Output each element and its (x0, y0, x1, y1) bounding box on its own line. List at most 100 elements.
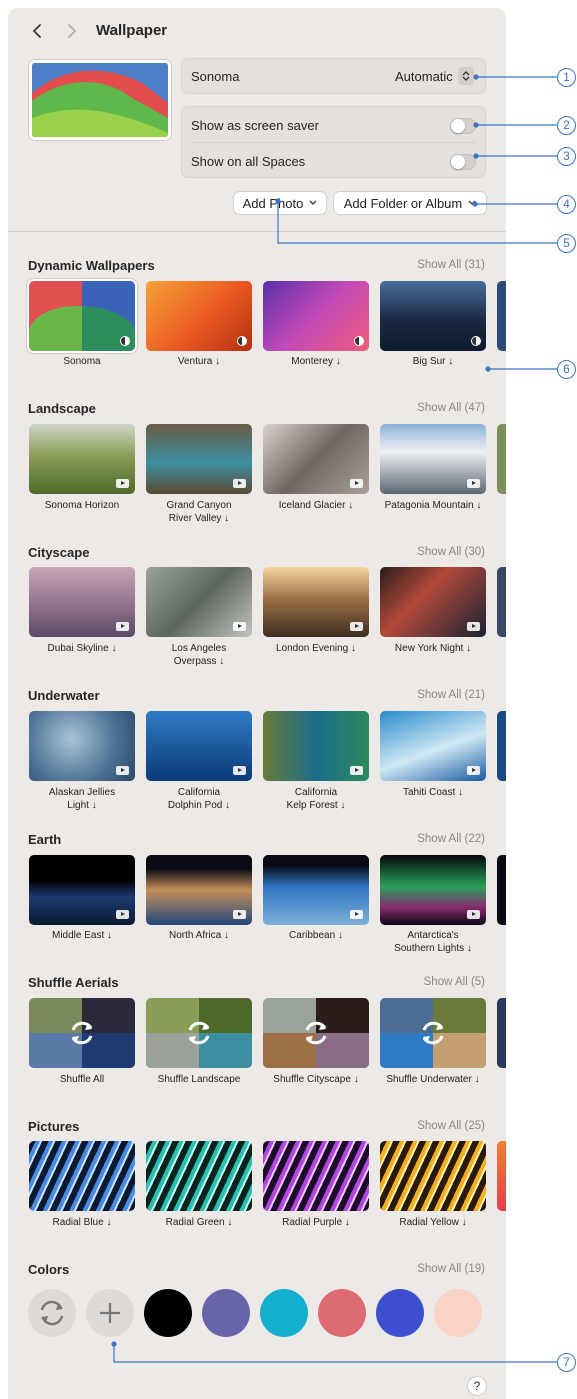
current-wallpaper-name: Sonoma (191, 69, 240, 84)
thumb-kelp-forest[interactable] (263, 711, 369, 781)
caption-shuffle-underwater: Shuffle Underwater ↓ (386, 1074, 480, 1085)
appearance-mode-value[interactable]: Automatic (395, 69, 453, 84)
thumb-monterey[interactable] (263, 281, 369, 351)
callout-4: 4 (557, 195, 576, 214)
play-icon (467, 910, 480, 919)
all-spaces-toggle[interactable] (450, 154, 476, 170)
dynamic-icon (237, 336, 247, 346)
chevron-down-icon (468, 200, 476, 205)
color-swatch[interactable] (202, 1289, 250, 1337)
thumb-dubai[interactable] (29, 567, 135, 637)
thumb-shuffle-underwater[interactable] (380, 998, 486, 1068)
thumb-shuffle-cityscape[interactable] (263, 998, 369, 1068)
appearance-mode-stepper[interactable] (458, 67, 474, 85)
caption-middle-east: Middle East ↓ (51, 930, 113, 941)
caption-dolphin-pod: California Dolphin Pod ↓ (167, 787, 231, 811)
thumb-shuffle-all[interactable] (29, 998, 135, 1068)
play-icon (116, 622, 129, 631)
add-folder-label: Add Folder or Album (343, 195, 463, 211)
color-swatch[interactable] (318, 1289, 366, 1337)
thumb-sonoma[interactable] (29, 281, 135, 351)
thumb-dolphin-pod[interactable] (146, 711, 252, 781)
play-icon (116, 766, 129, 775)
thumb-partial[interactable] (497, 711, 506, 781)
options-divider (191, 142, 476, 143)
add-photo-button[interactable]: Add Photo (234, 192, 326, 214)
caption-sonoma: Sonoma (63, 356, 101, 367)
thumb-grand-canyon[interactable] (146, 424, 252, 494)
thumb-shuffle-landscape[interactable] (146, 998, 252, 1068)
caption-patagonia: Patagonia Mountain ↓ (384, 500, 482, 511)
dynamic-icon (354, 336, 364, 346)
play-icon (116, 910, 129, 919)
cityscape-show-all[interactable]: Show All (30) (417, 546, 485, 558)
color-swatch[interactable] (376, 1289, 424, 1337)
thumb-patagonia[interactable] (380, 424, 486, 494)
thumb-new-york[interactable] (380, 567, 486, 637)
chevron-left-icon (32, 24, 41, 38)
back-button[interactable] (26, 20, 48, 42)
thumb-partial[interactable] (497, 1141, 506, 1211)
all-spaces-label: Show on all Spaces (191, 154, 306, 169)
thumb-antarctica[interactable] (380, 855, 486, 925)
thumb-radial-purple[interactable] (263, 1141, 369, 1211)
landscape-section-title: Landscape (28, 401, 96, 416)
dynamic-show-all[interactable]: Show All (31) (417, 259, 485, 271)
help-button[interactable]: ? (468, 1377, 486, 1395)
thumb-partial[interactable] (497, 567, 506, 637)
thumb-tahiti[interactable] (380, 711, 486, 781)
play-icon (350, 622, 363, 631)
caption-monterey: Monterey ↓ (291, 356, 341, 367)
auto-color-button[interactable] (28, 1289, 76, 1337)
play-icon (116, 479, 129, 488)
thumb-partial[interactable] (497, 998, 506, 1068)
thumb-caribbean[interactable] (263, 855, 369, 925)
add-folder-button[interactable]: Add Folder or Album (334, 192, 486, 214)
earth-section-title: Earth (28, 832, 62, 847)
thumb-radial-green[interactable] (146, 1141, 252, 1211)
caption-new-york: New York Night ↓ (394, 643, 472, 654)
color-swatch[interactable] (260, 1289, 308, 1337)
thumb-ventura[interactable] (146, 281, 252, 351)
add-color-button[interactable] (86, 1289, 134, 1337)
window-title: Wallpaper (96, 22, 168, 39)
play-icon (350, 910, 363, 919)
screen-saver-toggle[interactable] (450, 118, 476, 134)
play-icon (350, 766, 363, 775)
color-swatch[interactable] (434, 1289, 482, 1337)
caption-radial-blue: Radial Blue ↓ (52, 1217, 112, 1228)
thumb-big-sur[interactable] (380, 281, 486, 351)
forward-button[interactable] (61, 20, 83, 42)
cityscape-section-title: Cityscape (28, 545, 90, 560)
shuffle-show-all[interactable]: Show All (5) (424, 976, 485, 988)
play-icon (467, 479, 480, 488)
thumb-iceland-glacier[interactable] (263, 424, 369, 494)
caption-ventura: Ventura ↓ (177, 356, 221, 367)
color-swatch[interactable] (144, 1289, 192, 1337)
thumb-partial[interactable] (497, 855, 506, 925)
wallpaper-settings-panel: Wallpaper Sonoma Automatic Show as scree… (8, 8, 506, 1399)
thumb-london[interactable] (263, 567, 369, 637)
thumb-radial-blue[interactable] (29, 1141, 135, 1211)
thumb-los-angeles[interactable] (146, 567, 252, 637)
plus-icon (100, 1303, 120, 1323)
thumb-north-africa[interactable] (146, 855, 252, 925)
colors-show-all[interactable]: Show All (19) (417, 1263, 485, 1275)
thumb-partial[interactable] (497, 424, 506, 494)
underwater-show-all[interactable]: Show All (21) (417, 689, 485, 701)
play-icon (233, 479, 246, 488)
caption-grand-canyon: Grand Canyon River Valley ↓ (166, 500, 232, 524)
earth-show-all[interactable]: Show All (22) (417, 833, 485, 845)
play-icon (350, 479, 363, 488)
play-icon (233, 910, 246, 919)
landscape-show-all[interactable]: Show All (47) (417, 402, 485, 414)
caption-los-angeles: Los Angeles Overpass ↓ (171, 643, 227, 667)
thumb-alaskan-jellies[interactable] (29, 711, 135, 781)
section-divider (8, 231, 506, 232)
thumb-sonoma-horizon[interactable] (29, 424, 135, 494)
pictures-show-all[interactable]: Show All (25) (417, 1120, 485, 1132)
thumb-partial[interactable] (497, 281, 506, 351)
thumb-radial-yellow[interactable] (380, 1141, 486, 1211)
thumb-middle-east[interactable] (29, 855, 135, 925)
sonoma-preview-image (32, 63, 168, 137)
